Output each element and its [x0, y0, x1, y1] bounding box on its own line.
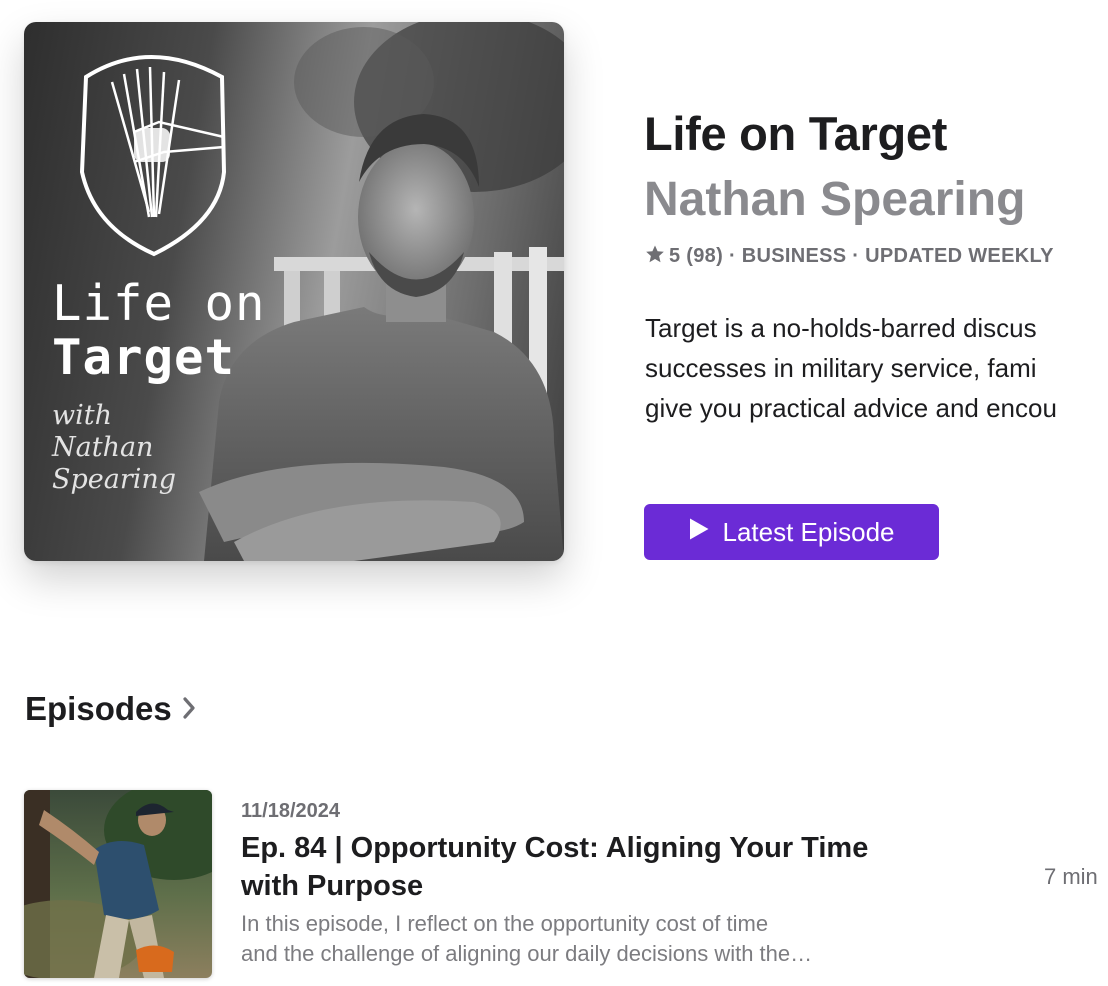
rating-value: 5 — [669, 245, 681, 267]
play-icon — [688, 517, 710, 548]
podcast-description[interactable]: Target is a no-holds-barred discus succe… — [645, 308, 1108, 428]
meta-separator: · — [852, 245, 860, 267]
artwork-host-first: Nathan — [52, 432, 154, 463]
star-icon — [645, 244, 665, 270]
artwork-host-last: Spearing — [52, 464, 177, 495]
episodes-title: Episodes — [25, 690, 172, 727]
episode-title-link[interactable]: Ep. 84 | Opportunity Cost: Aligning Your… — [241, 829, 911, 905]
podcast-title: Life on Target — [644, 107, 948, 160]
episode-thumbnail[interactable] — [24, 790, 212, 978]
rating-count: (98) — [686, 245, 724, 267]
episode-date: 11/18/2024 — [241, 800, 340, 822]
podcast-meta: 5 (98) · BUSINESS · UPDATED WEEKLY — [645, 244, 1054, 270]
description-line: give you practical advice and encou — [645, 393, 1057, 423]
latest-episode-button[interactable]: Latest Episode — [644, 504, 939, 560]
podcast-author-link[interactable]: Nathan Spearing — [644, 172, 1025, 227]
chevron-right-icon — [182, 690, 196, 728]
meta-separator: · — [728, 245, 736, 267]
episodes-section-header[interactable]: Episodes — [25, 690, 196, 728]
shield-arrows-fist-logo — [79, 55, 227, 257]
description-line: Target is a no-holds-barred discus — [645, 313, 1037, 343]
artwork-with: with — [52, 400, 112, 431]
artwork-host-credit: with Nathan Spearing — [52, 400, 176, 496]
podcast-artwork: Life on Target with Nathan Spearing — [24, 22, 564, 561]
episode-summary-line: and the challenge of aligning our daily … — [241, 941, 813, 966]
latest-episode-label: Latest Episode — [722, 516, 895, 547]
episode-summary: In this episode, I reflect on the opport… — [241, 909, 901, 969]
artwork-title-line2: Target — [52, 329, 236, 386]
episode-duration: 7 min — [1044, 864, 1098, 889]
artwork-title-line1: Life on — [52, 275, 266, 332]
artwork-title: Life on Target — [52, 277, 266, 385]
episode-summary-line: In this episode, I reflect on the opport… — [241, 911, 769, 936]
category-link[interactable]: BUSINESS — [742, 245, 847, 267]
description-line: successes in military service, fami — [645, 353, 1037, 383]
update-frequency: UPDATED WEEKLY — [865, 245, 1054, 267]
